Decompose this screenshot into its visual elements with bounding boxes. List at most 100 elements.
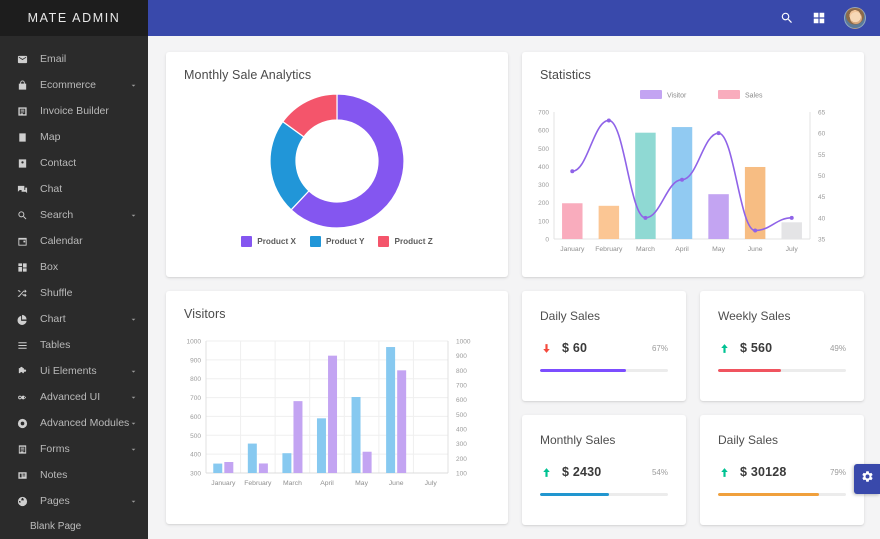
sidebar-item-invoice-builder[interactable]: Invoice Builder [0, 98, 148, 124]
sidebar-item-chat[interactable]: Chat [0, 176, 148, 202]
x-axis-tick: March [636, 246, 655, 253]
stats-line-point-february[interactable] [606, 118, 611, 123]
stat-card-value-row: $ 30128 79% [700, 447, 864, 479]
stats-bar-may[interactable] [708, 194, 729, 239]
chevron-down-icon[interactable] [129, 445, 138, 454]
sidebar-item-search[interactable]: Search [0, 202, 148, 228]
sidebar-item-forms[interactable]: Forms [0, 436, 148, 462]
puzzle-icon [14, 363, 30, 379]
sidebar-item-map[interactable]: Map [0, 124, 148, 150]
stat-card-progress-track [718, 369, 846, 372]
stat-cards-row-top: Daily Sales $ 60 67% Weekly Sales $ 560 49% [522, 291, 864, 401]
sidebar-subitem-blank-page[interactable]: Blank Page [0, 514, 148, 538]
sidebar-item-label: Ui Elements [40, 365, 97, 377]
visitors-bar-a-may[interactable] [351, 397, 361, 473]
y-axis-right-tick: 35 [818, 237, 826, 244]
box-grid-icon [14, 259, 30, 275]
top-header-bar [148, 0, 880, 36]
sidebar-item-label: Box [40, 261, 59, 273]
chevron-down-icon[interactable] [129, 211, 138, 220]
sidebar-item-calendar[interactable]: Calendar [0, 228, 148, 254]
chevron-down-icon[interactable] [129, 81, 138, 90]
y-axis-left-tick: 300 [190, 471, 201, 478]
stats-line-point-march[interactable] [643, 215, 648, 220]
y-axis-left-tick: 600 [190, 414, 201, 421]
legend-item-product-y[interactable]: Product Y [309, 236, 364, 247]
stat-card-progress-track [718, 493, 846, 496]
stat-card-percent: 79% [829, 467, 846, 477]
sidebar-item-notes[interactable]: Notes [0, 462, 148, 488]
arrow-down-icon [540, 342, 553, 355]
y-axis-right-tick: 45 [818, 194, 826, 201]
card-title: Statistics [540, 68, 592, 82]
visitors-bar-a-june[interactable] [386, 347, 396, 473]
legend-label: Visitor [667, 93, 687, 100]
sidebar-item-email[interactable]: Email [0, 46, 148, 72]
visitors-bar-a-february[interactable] [247, 443, 257, 473]
stats-bar-february[interactable] [598, 205, 620, 239]
chevron-down-icon[interactable] [129, 367, 138, 376]
stat-card-progress-track [540, 493, 668, 496]
x-axis-tick: June [389, 480, 404, 487]
y-axis-left-tick: 400 [538, 164, 549, 171]
sidebar-item-label: Search [40, 209, 74, 221]
stats-line-point-january[interactable] [570, 169, 575, 174]
y-axis-left-tick: 200 [538, 200, 549, 207]
visitors-bar-b-april[interactable] [328, 355, 338, 473]
visitors-bar-b-june[interactable] [397, 370, 407, 473]
stats-legend-sales[interactable]: Sales [718, 90, 763, 100]
grid-apps-icon[interactable] [812, 11, 826, 25]
stats-bar-july[interactable] [781, 222, 802, 239]
visitors-bar-b-february[interactable] [258, 463, 268, 473]
sidebar-item-contact[interactable]: Contact [0, 150, 148, 176]
avatar[interactable] [844, 7, 866, 29]
stats-line-point-july[interactable] [789, 215, 794, 220]
legend-item-product-z[interactable]: Product Z [378, 236, 433, 247]
sidebar-item-ui-elements[interactable]: Ui Elements [0, 358, 148, 384]
stats-bar-january[interactable] [562, 203, 583, 239]
stats-legend-visitor[interactable]: Visitor [640, 90, 687, 100]
visitors-card: Visitors 300 400 500 600 700 800 900 1000 100 200… [166, 291, 508, 524]
y-axis-left-tick: 0 [545, 237, 549, 244]
chevron-down-icon[interactable] [129, 393, 138, 402]
stat-card-progress-track [540, 369, 668, 372]
visitors-bar-a-april[interactable] [316, 418, 326, 473]
visitors-chart: 300 400 500 600 700 800 900 1000 100 200 300 400 500… [187, 339, 471, 488]
visitors-bar-b-may[interactable] [362, 451, 372, 473]
globe-icon [14, 493, 30, 509]
sidebar-item-label: Chart [40, 313, 66, 325]
stats-bar-june[interactable] [744, 166, 766, 239]
visitors-bar-b-january[interactable] [224, 462, 234, 473]
visitors-bar-a-january[interactable] [213, 463, 223, 473]
brand-logo[interactable]: MATE ADMIN [0, 0, 148, 36]
sidebar-item-label: Tables [40, 339, 71, 351]
sidebar-item-shuffle[interactable]: Shuffle [0, 280, 148, 306]
chevron-down-icon[interactable] [129, 419, 138, 428]
statistics-card: Statistics Visitor Sales 0 100 200 300 400 500 6… [522, 52, 864, 277]
search-icon [14, 207, 30, 223]
stats-line-point-may[interactable] [716, 131, 721, 136]
sidebar-item-box[interactable]: Box [0, 254, 148, 280]
visitors-bar-b-march[interactable] [293, 401, 303, 473]
sidebar-item-advanced-modules[interactable]: Advanced Modules [0, 410, 148, 436]
chevron-down-icon[interactable] [129, 315, 138, 324]
sidebar-item-pages[interactable]: Pages [0, 488, 148, 514]
invoice-icon [14, 103, 30, 119]
visitors-bar-a-march[interactable] [282, 453, 292, 473]
x-axis-tick: February [595, 246, 623, 253]
stats-line-point-june[interactable] [753, 228, 758, 233]
search-icon[interactable] [780, 11, 794, 25]
sidebar-item-tables[interactable]: Tables [0, 332, 148, 358]
settings-fab-button[interactable] [854, 464, 880, 494]
stats-bar-march[interactable] [635, 132, 656, 239]
chevron-down-icon[interactable] [129, 497, 138, 506]
stats-line-point-april[interactable] [680, 177, 684, 182]
sidebar-item-chart[interactable]: Chart [0, 306, 148, 332]
stat-card-value-row: $ 560 49% [700, 323, 864, 355]
sidebar-item-ecommerce[interactable]: Ecommerce [0, 72, 148, 98]
stat-card-progress-fill [540, 369, 626, 372]
sidebar-item-advanced-ui[interactable]: Advanced UI [0, 384, 148, 410]
sidebar-item-label: Contact [40, 157, 77, 169]
legend-item-product-x[interactable]: Product X [241, 236, 296, 247]
x-axis-tick: March [283, 480, 302, 487]
